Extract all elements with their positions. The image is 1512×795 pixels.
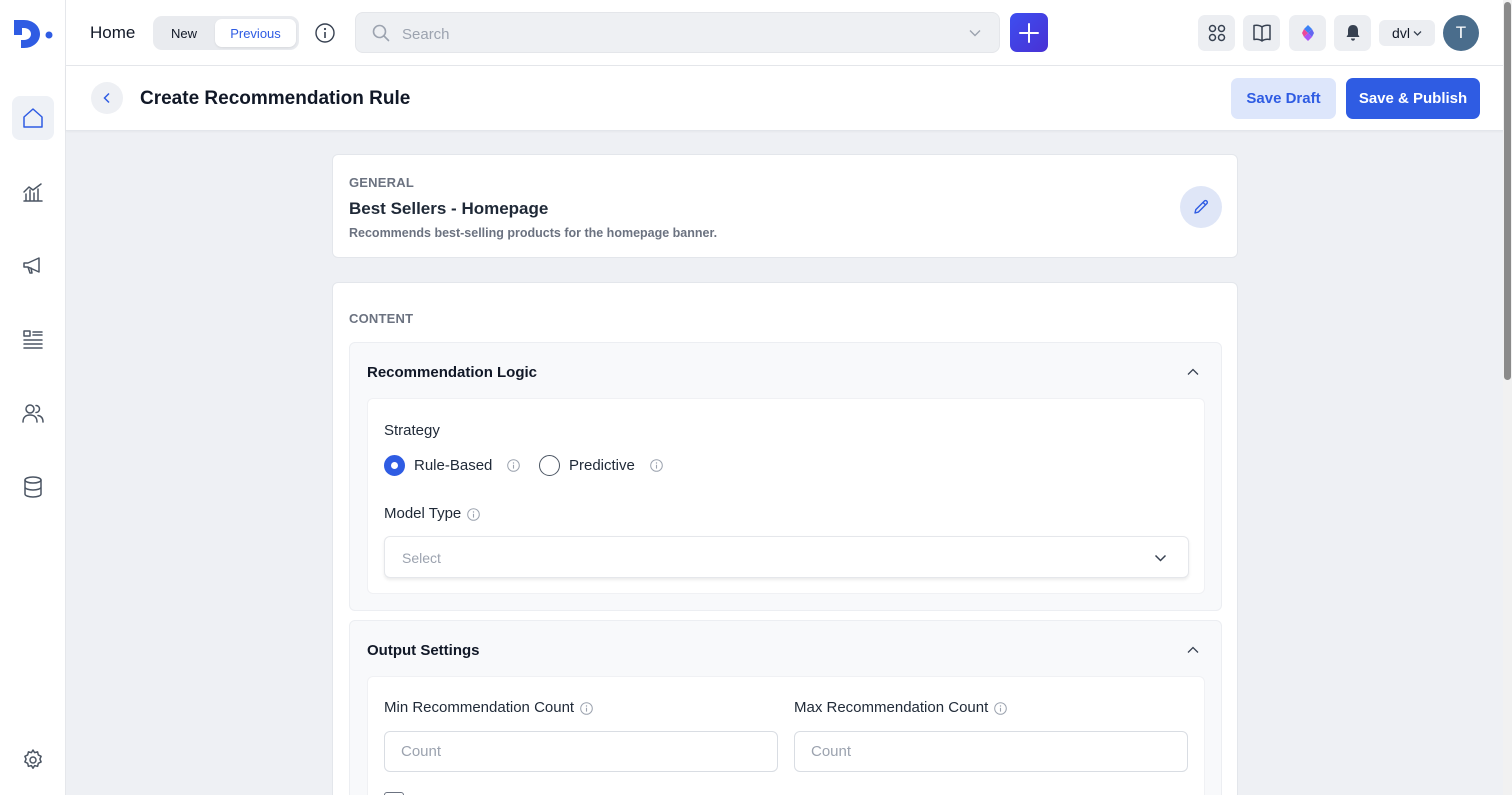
list-icon — [23, 330, 43, 349]
page-header: Create Recommendation Rule Save Draft Sa… — [66, 66, 1506, 131]
info-icon[interactable] — [994, 701, 1008, 715]
min-count-input[interactable] — [384, 731, 778, 772]
save-draft-button[interactable]: Save Draft — [1231, 78, 1336, 119]
bell-icon — [1346, 25, 1359, 41]
general-card: GENERAL Best Sellers - Homepage Recommen… — [332, 154, 1238, 258]
max-count-input[interactable] — [794, 731, 1188, 772]
docs-button[interactable] — [1243, 15, 1280, 51]
search-input[interactable] — [402, 23, 942, 45]
radio-rule-based[interactable] — [384, 455, 405, 476]
home-breadcrumb[interactable]: Home — [90, 23, 135, 43]
new-previous-toggle: New Previous — [153, 16, 299, 50]
chevron-left-icon — [103, 92, 110, 104]
rule-name: Best Sellers - Homepage — [349, 199, 549, 218]
page-scrollbar[interactable] — [1503, 0, 1512, 795]
strategy-option-predictive[interactable]: Predictive — [539, 455, 663, 476]
top-bar: Home New Previous dvl T — [66, 0, 1506, 66]
rule-description: Recommends best-selling products for the… — [349, 226, 718, 240]
output-settings-body: Min Recommendation Count Max Recommendat… — [367, 676, 1205, 795]
strategy-label: Strategy — [384, 422, 440, 439]
sidebar-item-settings[interactable] — [12, 738, 54, 782]
workspace-selector[interactable]: dvl — [1379, 20, 1435, 46]
info-icon[interactable] — [467, 507, 481, 521]
create-button[interactable] — [1010, 13, 1048, 52]
chevron-down-icon[interactable] — [969, 28, 981, 38]
chevron-up-icon[interactable] — [1187, 645, 1199, 655]
info-icon[interactable] — [314, 22, 336, 44]
model-type-label: Model Type — [384, 505, 481, 522]
strategy-option-rule-based[interactable]: Rule-Based — [384, 455, 521, 476]
notifications-button[interactable] — [1334, 15, 1371, 51]
sidebar-item-catalog[interactable] — [12, 317, 54, 361]
sidebar-item-home[interactable] — [12, 96, 54, 140]
analytics-icon — [23, 183, 43, 202]
content-card: CONTENT Recommendation Logic Strategy Ru… — [332, 282, 1238, 795]
model-type-text: Model Type — [384, 505, 462, 522]
edit-general-button[interactable] — [1180, 186, 1222, 228]
sidebar-item-data[interactable] — [12, 465, 54, 509]
predictive-label: Predictive — [569, 457, 635, 474]
users-icon — [22, 404, 44, 423]
min-count-text: Min Recommendation Count — [384, 699, 575, 716]
page-title: Create Recommendation Rule — [140, 88, 411, 109]
recommendation-logic-title[interactable]: Recommendation Logic — [367, 364, 537, 381]
rule-based-label: Rule-Based — [414, 457, 493, 474]
megaphone-icon — [23, 257, 40, 274]
search-bar — [355, 12, 1000, 53]
radio-predictive[interactable] — [539, 455, 560, 476]
database-icon — [24, 476, 42, 498]
general-section-label: GENERAL — [349, 175, 414, 190]
info-icon[interactable] — [650, 459, 663, 472]
model-type-placeholder: Select — [402, 550, 441, 566]
brand-logo-icon[interactable] — [12, 18, 54, 50]
toggle-new[interactable]: New — [156, 19, 212, 47]
book-icon — [1252, 24, 1271, 42]
home-icon — [23, 108, 43, 128]
chevron-down-icon — [1154, 554, 1167, 562]
recommendation-logic-body: Strategy Rule-Based Predictive Model Typ… — [367, 398, 1205, 594]
back-button[interactable] — [91, 82, 123, 114]
apps-grid-icon — [1208, 24, 1225, 42]
scrollbar-thumb[interactable] — [1504, 2, 1511, 380]
model-type-select[interactable]: Select — [384, 536, 1189, 578]
toggle-previous[interactable]: Previous — [215, 19, 296, 47]
output-settings-title[interactable]: Output Settings — [367, 642, 480, 659]
chevron-up-icon[interactable] — [1187, 367, 1199, 377]
workspace-label: dvl — [1392, 25, 1410, 41]
pencil-icon — [1194, 199, 1209, 214]
info-icon[interactable] — [507, 459, 521, 472]
ai-logo-icon — [1301, 25, 1314, 41]
plus-icon — [1019, 22, 1039, 43]
min-count-label: Min Recommendation Count — [384, 699, 593, 716]
sidebar-item-analytics[interactable] — [12, 170, 54, 214]
apps-button[interactable] — [1198, 15, 1235, 51]
sidebar-item-campaigns[interactable] — [12, 243, 54, 287]
recommendation-logic-panel: Recommendation Logic Strategy Rule-Based… — [349, 342, 1222, 611]
save-publish-button[interactable]: Save & Publish — [1346, 78, 1480, 119]
user-avatar[interactable]: T — [1443, 15, 1479, 51]
search-icon — [372, 24, 390, 42]
content-section-label: CONTENT — [349, 311, 414, 326]
sidebar-item-audiences[interactable] — [12, 391, 54, 435]
output-settings-panel: Output Settings Min Recommendation Count… — [349, 620, 1222, 795]
info-icon[interactable] — [580, 701, 593, 715]
sidebar — [0, 0, 66, 795]
gear-icon — [24, 749, 42, 769]
max-count-label: Max Recommendation Count — [794, 699, 1008, 716]
ai-assistant-button[interactable] — [1289, 15, 1326, 51]
chevron-down-icon — [1413, 30, 1422, 36]
max-count-text: Max Recommendation Count — [794, 699, 989, 716]
